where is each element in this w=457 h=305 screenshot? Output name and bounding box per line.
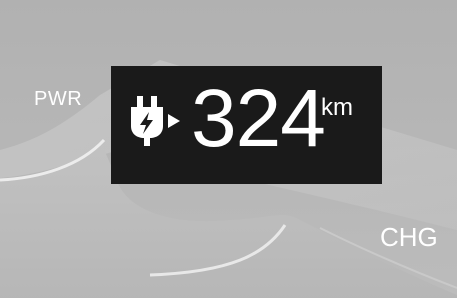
power-label: PWR <box>34 88 83 110</box>
range-value: 324 <box>191 73 326 164</box>
charge-label: CHG <box>380 222 438 252</box>
bottom-border <box>0 298 457 305</box>
range-unit: km <box>321 94 353 121</box>
ev-plug-icon <box>131 96 180 146</box>
range-display: 324 km <box>111 66 382 184</box>
cluster-screen: PWR CHG 324 km <box>0 0 457 305</box>
